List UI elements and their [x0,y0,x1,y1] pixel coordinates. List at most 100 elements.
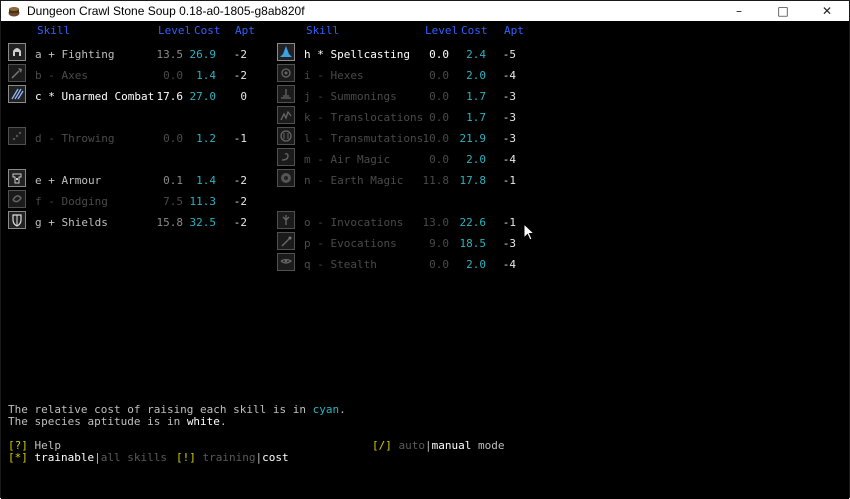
skill-row-summonings[interactable]: j - Summonings 0.0 1.7 -3 [277,85,527,105]
skill-cost: 18.5 [459,237,487,250]
dodging-icon [8,190,26,208]
wizard-hat-icon [277,43,295,61]
aptitude-legend-period: . [219,415,227,428]
skill-name: h * Spellcasting [304,48,410,61]
axe-icon [8,64,26,82]
skill-cost: 1.4 [196,69,216,82]
skill-cost: 2.0 [466,69,486,82]
filter-all-label: all skills [100,451,167,464]
stealth-icon [277,253,295,271]
left-header-cost: Cost [194,24,221,37]
view-toggle[interactable]: [!] training|cost [176,451,289,464]
skill-cost: 2.0 [466,258,486,271]
skill-level: 0.0 [163,132,183,145]
skill-row-spellcasting[interactable]: h * Spellcasting 0.0 2.4 -5 [277,43,527,63]
skill-name: c * Unarmed Combat [35,90,155,103]
skill-row-hexes[interactable]: i - Hexes 0.0 2.0 -4 [277,64,527,84]
skill-aptitude: -2 [233,216,247,229]
view-cost-label: cost [262,451,289,464]
throwing-icon [8,127,26,145]
mode-toggle[interactable]: [/] auto|manual mode [372,439,505,452]
skill-row-dodging[interactable]: f - Dodging 7.5 11.3 -2 [8,190,258,210]
maximize-button[interactable]: □ [761,1,805,21]
skill-filter-toggle[interactable]: [*] trainable|all skills [8,451,167,464]
invocations-icon [277,211,295,229]
skill-level: 17.6 [156,90,184,103]
skill-row-stealth[interactable]: q - Stealth 0.0 2.0 -4 [277,253,527,273]
mouse-cursor-icon [523,223,535,241]
aptitude-legend-text: The species aptitude is in [8,415,187,428]
skill-aptitude: -3 [502,111,516,124]
skill-row-axes[interactable]: b - Axes 0.0 1.4 -2 [8,64,258,84]
skill-name: d - Throwing [35,132,115,145]
skill-row-fighting[interactable]: a + Fighting 13.5 26.9 -2 [8,43,258,63]
skill-cost: 17.8 [459,174,487,187]
skill-row-unarmed-combat[interactable]: c * Unarmed Combat 17.6 27.0 0 [8,85,258,105]
skill-cost: 2.0 [466,153,486,166]
left-header-skill: Skill [37,24,71,37]
skill-level: 0.0 [429,153,449,166]
right-header-apt: Apt [504,24,524,37]
skill-level: 0.0 [429,90,449,103]
skill-level: 0.0 [429,48,449,61]
skill-aptitude: -1 [502,216,516,229]
cost-legend-period: . [339,403,346,416]
skill-name: l - Transmutations [304,132,424,145]
filter-trainable-label: trainable [27,451,95,464]
skill-level: 0.0 [429,111,449,124]
right-header-cost: Cost [461,24,488,37]
skill-aptitude: 0 [240,90,247,103]
skill-name: i - Hexes [304,69,364,82]
air-magic-icon [277,148,295,166]
skill-row-armour[interactable]: e + Armour 0.1 1.4 -2 [8,169,258,189]
skill-level: 13.0 [422,216,450,229]
mode-auto-label: auto [391,439,425,452]
right-header-level: Level [425,24,459,37]
skill-row-air-magic[interactable]: m - Air Magic 0.0 2.0 -4 [277,148,527,168]
cost-legend-color-word: cyan [312,403,340,416]
skill-cost: 1.7 [466,90,486,103]
skill-level: 0.0 [429,258,449,271]
skill-row-earth-magic[interactable]: n - Earth Magic 11.8 17.8 -1 [277,169,527,189]
skill-row-evocations[interactable]: p - Evocations 9.0 18.5 -3 [277,232,527,252]
shield-icon [8,211,26,229]
minimize-button[interactable]: – [717,1,761,21]
skill-row-transmutations[interactable]: l - Transmutations 10.0 21.9 -3 [277,127,527,147]
mode-key: [/] [372,439,392,452]
skill-level: 13.5 [156,48,184,61]
skill-cost: 26.9 [189,48,217,61]
skill-level: 9.0 [429,237,449,250]
skill-name: o - Invocations [304,216,404,229]
aptitude-legend-color-word: white [186,415,220,428]
right-header-skill: Skill [306,24,340,37]
close-button[interactable]: ✕ [805,1,849,21]
skill-row-invocations[interactable]: o - Invocations 13.0 22.6 -1 [277,211,527,231]
skill-name: a + Fighting [35,48,115,61]
skill-name: e + Armour [35,174,102,187]
skill-level: 0.0 [429,69,449,82]
skill-aptitude: -4 [502,69,516,82]
left-header-apt: Apt [235,24,255,37]
dcss-app-icon [8,7,20,17]
helmet-icon [8,43,26,61]
skill-aptitude: -5 [502,48,516,61]
earth-magic-icon [277,169,295,187]
skill-cost: 2.4 [466,48,486,61]
skill-cost: 27.0 [189,90,217,103]
skill-level: 15.8 [156,216,184,229]
skill-level: 0.0 [163,69,183,82]
skill-aptitude: -2 [233,174,247,187]
title-bar[interactable]: Dungeon Crawl Stone Soup 0.18-a0-1805-g8… [1,1,849,21]
transmutations-icon [277,127,295,145]
skill-level: 7.5 [163,195,183,208]
skill-row-throwing[interactable]: d - Throwing 0.0 1.2 -1 [8,127,258,147]
window-title: Dungeon Crawl Stone Soup 0.18-a0-1805-g8… [27,4,305,18]
skill-row-translocations[interactable]: k - Translocations 0.0 1.7 -3 [277,106,527,126]
skill-aptitude: -2 [233,48,247,61]
mode-separator: | [425,439,432,452]
view-key: [!] [176,451,196,464]
skill-aptitude: -2 [233,195,247,208]
filter-separator: | [94,451,101,464]
evocations-icon [277,232,295,250]
skill-row-shields[interactable]: g + Shields 15.8 32.5 -2 [8,211,258,231]
